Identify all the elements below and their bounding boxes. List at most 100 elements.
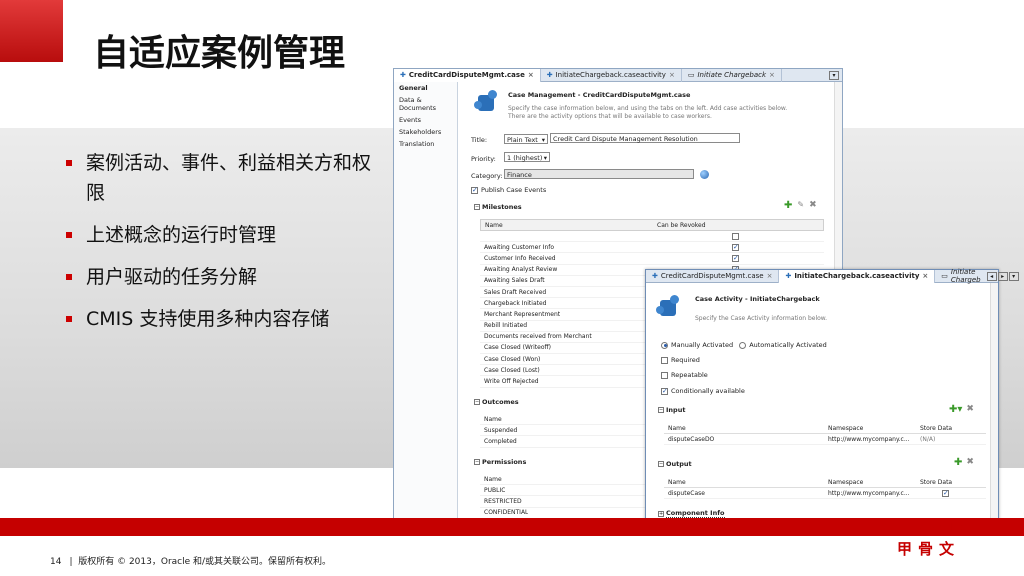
tab-case-file[interactable]: ✚ CreditCardDisputeMgmt.case ×: [646, 269, 780, 283]
table-row[interactable]: RESTRICTED: [480, 496, 652, 508]
sidebar-item-general[interactable]: General: [394, 82, 457, 94]
case-description: Specify the case information below, and …: [508, 105, 788, 112]
checkbox-icon[interactable]: [661, 387, 668, 395]
puzzle-icon: ✚: [400, 71, 406, 79]
tab-initiate-chargeback[interactable]: ▭ Initiate Chargeb: [935, 268, 986, 284]
title-label: Title:: [471, 136, 488, 144]
activation-radio-group: Manually Activated Automatically Activat…: [661, 341, 827, 349]
case-heading: Case Management - CreditCardDisputeMgmt.…: [508, 91, 691, 99]
bullet-square-icon: [66, 232, 72, 238]
close-icon[interactable]: ×: [767, 272, 773, 280]
priority-select[interactable]: 1 (highest) ▾: [504, 152, 550, 162]
table-row[interactable]: Suspended: [480, 425, 652, 437]
edit-icon[interactable]: ✎: [797, 200, 804, 211]
category-input[interactable]: Finance: [504, 169, 694, 179]
puzzle-icon: ✚: [785, 272, 792, 280]
component-info-section-header[interactable]: + Component Info: [658, 509, 725, 518]
checkbox-icon[interactable]: [661, 356, 668, 364]
page-number: 14: [50, 557, 62, 567]
output-toolbar: ✚ ✖: [954, 457, 974, 468]
input-section-header[interactable]: − Input: [658, 406, 685, 414]
add-icon[interactable]: ✚▾: [949, 404, 962, 415]
auto-activation-radio[interactable]: Automatically Activated: [739, 341, 827, 349]
editor-tabs: ✚ CreditCardDisputeMgmt.case × ✚ InitiateCh…: [646, 268, 1019, 284]
table-row[interactable]: Awaiting Customer Info: [480, 242, 824, 254]
tab-caseactivity-file[interactable]: ✚ InitiateChargeback.caseactivity ×: [779, 269, 936, 283]
required-option[interactable]: Required: [661, 356, 700, 364]
title-type-select[interactable]: Plain Text ▾: [504, 134, 548, 144]
table-row[interactable]: PUBLIC: [480, 485, 652, 497]
sidebar-item-translation[interactable]: Translation: [394, 138, 457, 150]
expand-icon[interactable]: +: [658, 510, 664, 517]
repeatable-option[interactable]: Repeatable: [661, 371, 708, 379]
chevron-down-icon[interactable]: ▾: [1008, 271, 1019, 281]
chevron-down-icon: ▾: [543, 154, 547, 162]
add-icon[interactable]: ✚: [784, 200, 792, 211]
collapse-icon[interactable]: −: [474, 459, 480, 465]
title-input[interactable]: Credit Card Dispute Management Resolutio…: [550, 133, 740, 143]
activity-description: Specify the Case Activity information be…: [695, 315, 828, 322]
bullet-item: 上述概念的运行时管理: [66, 220, 376, 250]
radio-icon[interactable]: [739, 341, 747, 349]
case-puzzle-icon: [474, 89, 502, 117]
output-section-header[interactable]: − Output: [658, 460, 692, 468]
bullet-list: 案例活动、事件、利益相关方和权限 上述概念的运行时管理 用户驱动的任务分解 CM…: [66, 148, 376, 346]
permissions-section-header[interactable]: − Permissions: [474, 458, 526, 466]
close-icon[interactable]: ×: [669, 71, 675, 79]
sidebar-item-events[interactable]: Events: [394, 114, 457, 126]
close-icon[interactable]: ×: [528, 71, 534, 79]
tab-caseactivity-file[interactable]: ✚ InitiateChargeback.caseactivity ×: [541, 68, 682, 82]
input-toolbar: ✚▾ ✖: [949, 404, 974, 415]
collapse-icon[interactable]: −: [658, 407, 664, 413]
red-accent-block: [0, 0, 63, 62]
checkbox-icon[interactable]: [732, 243, 739, 251]
sidebar-item-stakeholders[interactable]: Stakeholders: [394, 126, 457, 138]
permissions-table: Name PUBLIC RESTRICTED CONFIDENTIAL: [480, 474, 652, 519]
activity-heading: Case Activity - InitiateChargeback: [695, 295, 820, 303]
collapse-icon[interactable]: −: [658, 461, 664, 467]
checkbox-icon[interactable]: [732, 254, 739, 262]
manual-activation-radio[interactable]: Manually Activated: [661, 341, 733, 349]
output-table: Name Namespace Store Data disputeCase ht…: [664, 477, 986, 500]
table-row[interactable]: disputeCaseDO http://www.mycompany.c... …: [664, 434, 986, 446]
close-icon[interactable]: ×: [922, 272, 928, 280]
outcomes-table: Name Suspended Completed: [480, 414, 652, 448]
tab-case-file[interactable]: ✚ CreditCardDisputeMgmt.case ×: [394, 68, 541, 82]
close-icon[interactable]: ×: [769, 71, 775, 79]
table-header: Name Namespace Store Data: [664, 423, 986, 435]
sidebar-item-data-documents[interactable]: Data & Documents: [394, 94, 457, 114]
oracle-logo-cn: 甲骨文: [897, 540, 961, 558]
case-description-2: There are the activity options that will…: [508, 113, 712, 120]
puzzle-icon: ✚: [652, 272, 658, 280]
bullet-item: CMIS 支持使用多种内容存储: [66, 304, 376, 334]
chevron-left-icon[interactable]: ◂: [986, 271, 997, 281]
chevron-down-icon: ▾: [541, 136, 545, 144]
radio-icon[interactable]: [661, 341, 668, 349]
checkbox-icon[interactable]: [732, 232, 739, 240]
delete-icon[interactable]: ✖: [809, 200, 817, 211]
input-table: Name Namespace Store Data disputeCaseDO …: [664, 423, 986, 446]
checkbox-icon[interactable]: [471, 186, 478, 194]
conditional-option[interactable]: Conditionally available: [661, 387, 745, 395]
table-row[interactable]: Completed: [480, 436, 652, 448]
add-icon[interactable]: ✚: [954, 457, 962, 468]
table-row[interactable]: Customer Info Received: [480, 253, 824, 265]
collapse-icon[interactable]: −: [474, 204, 480, 210]
publish-events-option[interactable]: Publish Case Events: [471, 186, 546, 194]
delete-icon[interactable]: ✖: [966, 404, 974, 415]
globe-icon[interactable]: [700, 170, 709, 179]
table-row[interactable]: [480, 231, 824, 243]
tab-initiate-chargeback[interactable]: ▭ Initiate Chargeback ×: [682, 68, 782, 82]
collapse-icon[interactable]: −: [474, 399, 480, 405]
table-row[interactable]: disputeCase http://www.mycompany.c...: [664, 488, 986, 500]
chevron-right-icon[interactable]: ▸: [997, 271, 1008, 281]
checkbox-icon[interactable]: [942, 489, 949, 497]
tab-menu-button[interactable]: ▾: [829, 70, 839, 80]
milestones-section-header[interactable]: − Milestones: [474, 203, 522, 211]
checkbox-icon[interactable]: [661, 371, 668, 379]
bullet-square-icon: [66, 274, 72, 280]
vertical-scrollbar[interactable]: [990, 283, 998, 520]
delete-icon[interactable]: ✖: [966, 457, 974, 468]
table-header: Name Namespace Store Data: [664, 477, 986, 489]
outcomes-section-header[interactable]: − Outcomes: [474, 398, 519, 406]
